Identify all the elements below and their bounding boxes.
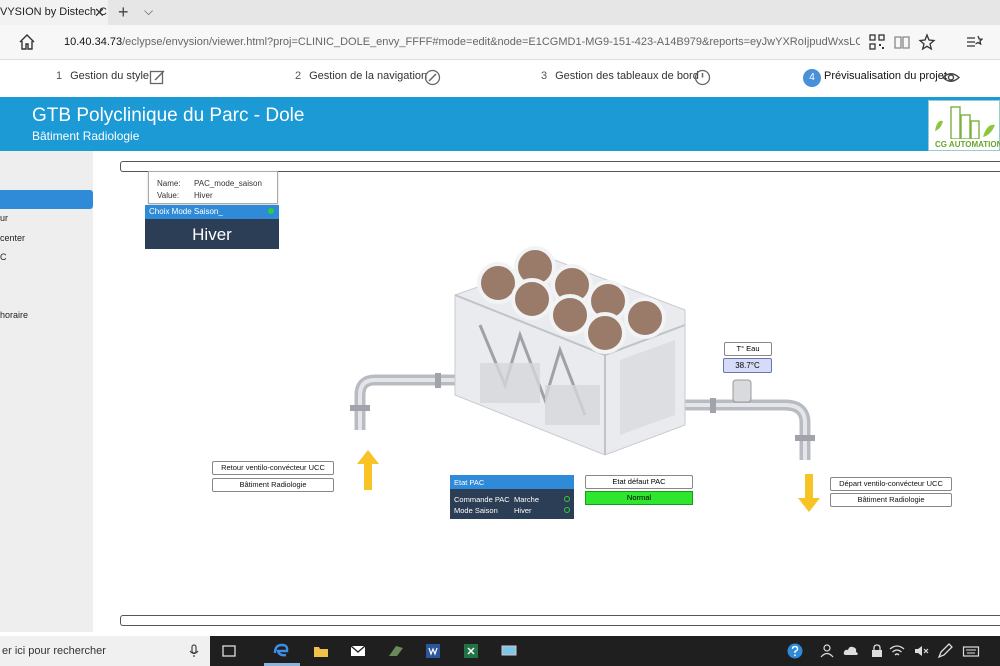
step-number: 1 [56, 70, 63, 82]
step-style[interactable]: 1 Gestion du style [56, 70, 149, 82]
volume-mute-icon[interactable] [912, 642, 930, 660]
edit-icon[interactable] [149, 69, 166, 86]
tooltip-value-label: Value: [157, 191, 180, 200]
page-title: GTB Polyclinique du Parc - Dole [32, 105, 305, 126]
tooltip-value-value: Hiver [194, 191, 213, 200]
batiment-right-label: Bâtiment Radiologie [830, 493, 952, 507]
cloud-icon[interactable] [842, 642, 860, 660]
address-bar: 10.40.34.73/eclypse/envysion/viewer.html… [0, 25, 1000, 60]
step-label: Prévisualisation du projet [824, 70, 947, 82]
page-header: GTB Polyclinique du Parc - Dole Bâtiment… [0, 97, 1000, 151]
taskbar-search-input[interactable]: er ici pour rechercher [0, 636, 210, 666]
qr-code-icon[interactable] [868, 33, 886, 51]
building-logo-icon [935, 106, 995, 139]
browser-tab-bar: VYSION by Distech C ✕ + ⌵ [0, 0, 1000, 25]
company-logo: CG AUTOMATION [928, 100, 1000, 151]
step-preview[interactable]: Prévisualisation du projet [824, 70, 947, 82]
url-path: /eclypse/envysion/viewer.html?proj=CLINI… [122, 36, 860, 48]
home-icon[interactable] [18, 33, 36, 51]
chevron-down-icon[interactable]: ⌵ [144, 4, 153, 19]
gauge-icon[interactable] [694, 69, 711, 86]
favorites-hub-icon[interactable] [965, 33, 983, 51]
water-temp-label: T° Eau [724, 342, 772, 356]
pac-status-title: Etat PAC [450, 475, 574, 489]
pac-status-panel: Etat PAC Commande PAC Marche Mode Saison… [450, 475, 574, 519]
search-placeholder: er ici pour rechercher [2, 645, 106, 657]
tab-title: VYSION by Distech C [0, 6, 107, 18]
pac-mode-value: Hiver [514, 506, 532, 515]
pipe-flange [795, 435, 815, 441]
new-tab-icon[interactable]: + [118, 2, 129, 23]
sidebar: ur center C horaire [0, 151, 93, 632]
app-launcher-icon[interactable] [387, 642, 405, 660]
season-mode-title: Choix Mode Saison_ [149, 207, 223, 216]
tooltip-name-label: Name: [157, 179, 181, 188]
pen-icon[interactable] [936, 642, 954, 660]
reading-view-icon[interactable] [893, 33, 911, 51]
eye-icon[interactable] [942, 69, 960, 86]
season-mode-selector[interactable]: Hiver [145, 219, 279, 249]
windows-taskbar: er ici pour rechercher [0, 636, 1000, 666]
step-label: Gestion de la navigation [309, 70, 428, 82]
pac-command-value: Marche [514, 495, 540, 504]
sidebar-item[interactable]: horaire [0, 310, 28, 320]
retour-label: Retour ventilo-convécteur UCC [212, 461, 334, 475]
pac-fault-status: Normal [585, 491, 693, 505]
status-dot-icon [564, 496, 570, 502]
url-input[interactable]: 10.40.34.73/eclypse/envysion/viewer.html… [60, 30, 860, 54]
pipe-flange [710, 398, 716, 413]
people-icon[interactable] [818, 642, 836, 660]
step-number: 3 [541, 70, 548, 82]
step-dashboards[interactable]: 3 Gestion des tableaux de bord [541, 70, 699, 82]
logo-text: CG AUTOMATION [935, 140, 1000, 149]
tooltip-name-value: PAC_mode_saison [194, 179, 262, 188]
pipe-flange [435, 373, 441, 388]
step-label: Gestion des tableaux de bord [555, 70, 699, 82]
edge-browser-icon[interactable] [272, 642, 290, 660]
compass-icon[interactable] [424, 69, 441, 86]
pipe-flange [350, 405, 370, 411]
mail-icon[interactable] [349, 642, 367, 660]
pac-fault-label: Etat défaut PAC [585, 475, 693, 489]
page-subtitle: Bâtiment Radiologie [32, 129, 140, 143]
depart-label: Départ ventilo-convécteur UCC [830, 477, 952, 491]
value-tooltip: Name: PAC_mode_saison Value: Hiver [148, 171, 278, 204]
lock-icon[interactable] [868, 642, 886, 660]
step-number-active: 4 [803, 69, 821, 87]
pac-command-label: Commande PAC [454, 495, 510, 504]
help-icon[interactable] [786, 642, 804, 660]
temperature-sensor [732, 379, 752, 403]
bottom-frame-bar [120, 615, 1000, 626]
url-host: 10.40.34.73 [64, 36, 123, 48]
word-icon[interactable] [424, 642, 442, 660]
sidebar-item-active[interactable] [0, 190, 93, 209]
sidebar-item[interactable]: ur [0, 213, 8, 223]
status-dot-icon [268, 208, 274, 214]
arrow-down-icon [798, 474, 820, 512]
step-navigation[interactable]: 2 Gestion de la navigation [295, 70, 427, 82]
file-explorer-icon[interactable] [312, 642, 330, 660]
wizard-steps: 1 Gestion du style 2 Gestion de la navigat… [0, 60, 1000, 96]
favorite-star-icon[interactable] [918, 33, 936, 51]
remote-desktop-icon[interactable] [500, 642, 518, 660]
batiment-left-label: Bâtiment Radiologie [212, 478, 334, 492]
season-mode-header: Choix Mode Saison_ [145, 205, 279, 219]
step-number: 2 [295, 70, 302, 82]
browser-tab[interactable]: VYSION by Distech C [0, 0, 108, 25]
keyboard-icon[interactable] [962, 642, 980, 660]
sidebar-item[interactable]: center [0, 233, 25, 243]
status-dot-icon [564, 507, 570, 513]
wifi-icon[interactable] [888, 642, 906, 660]
pac-mode-label: Mode Saison [454, 506, 498, 515]
excel-icon[interactable] [462, 642, 480, 660]
sidebar-item[interactable]: C [0, 252, 7, 262]
step-label: Gestion du style [70, 70, 149, 82]
water-temp-value: 38.7°C [723, 358, 772, 373]
arrow-up-icon [357, 450, 379, 490]
task-view-icon[interactable] [220, 642, 238, 660]
close-tab-icon[interactable]: ✕ [94, 5, 105, 21]
microphone-icon[interactable] [188, 644, 200, 658]
